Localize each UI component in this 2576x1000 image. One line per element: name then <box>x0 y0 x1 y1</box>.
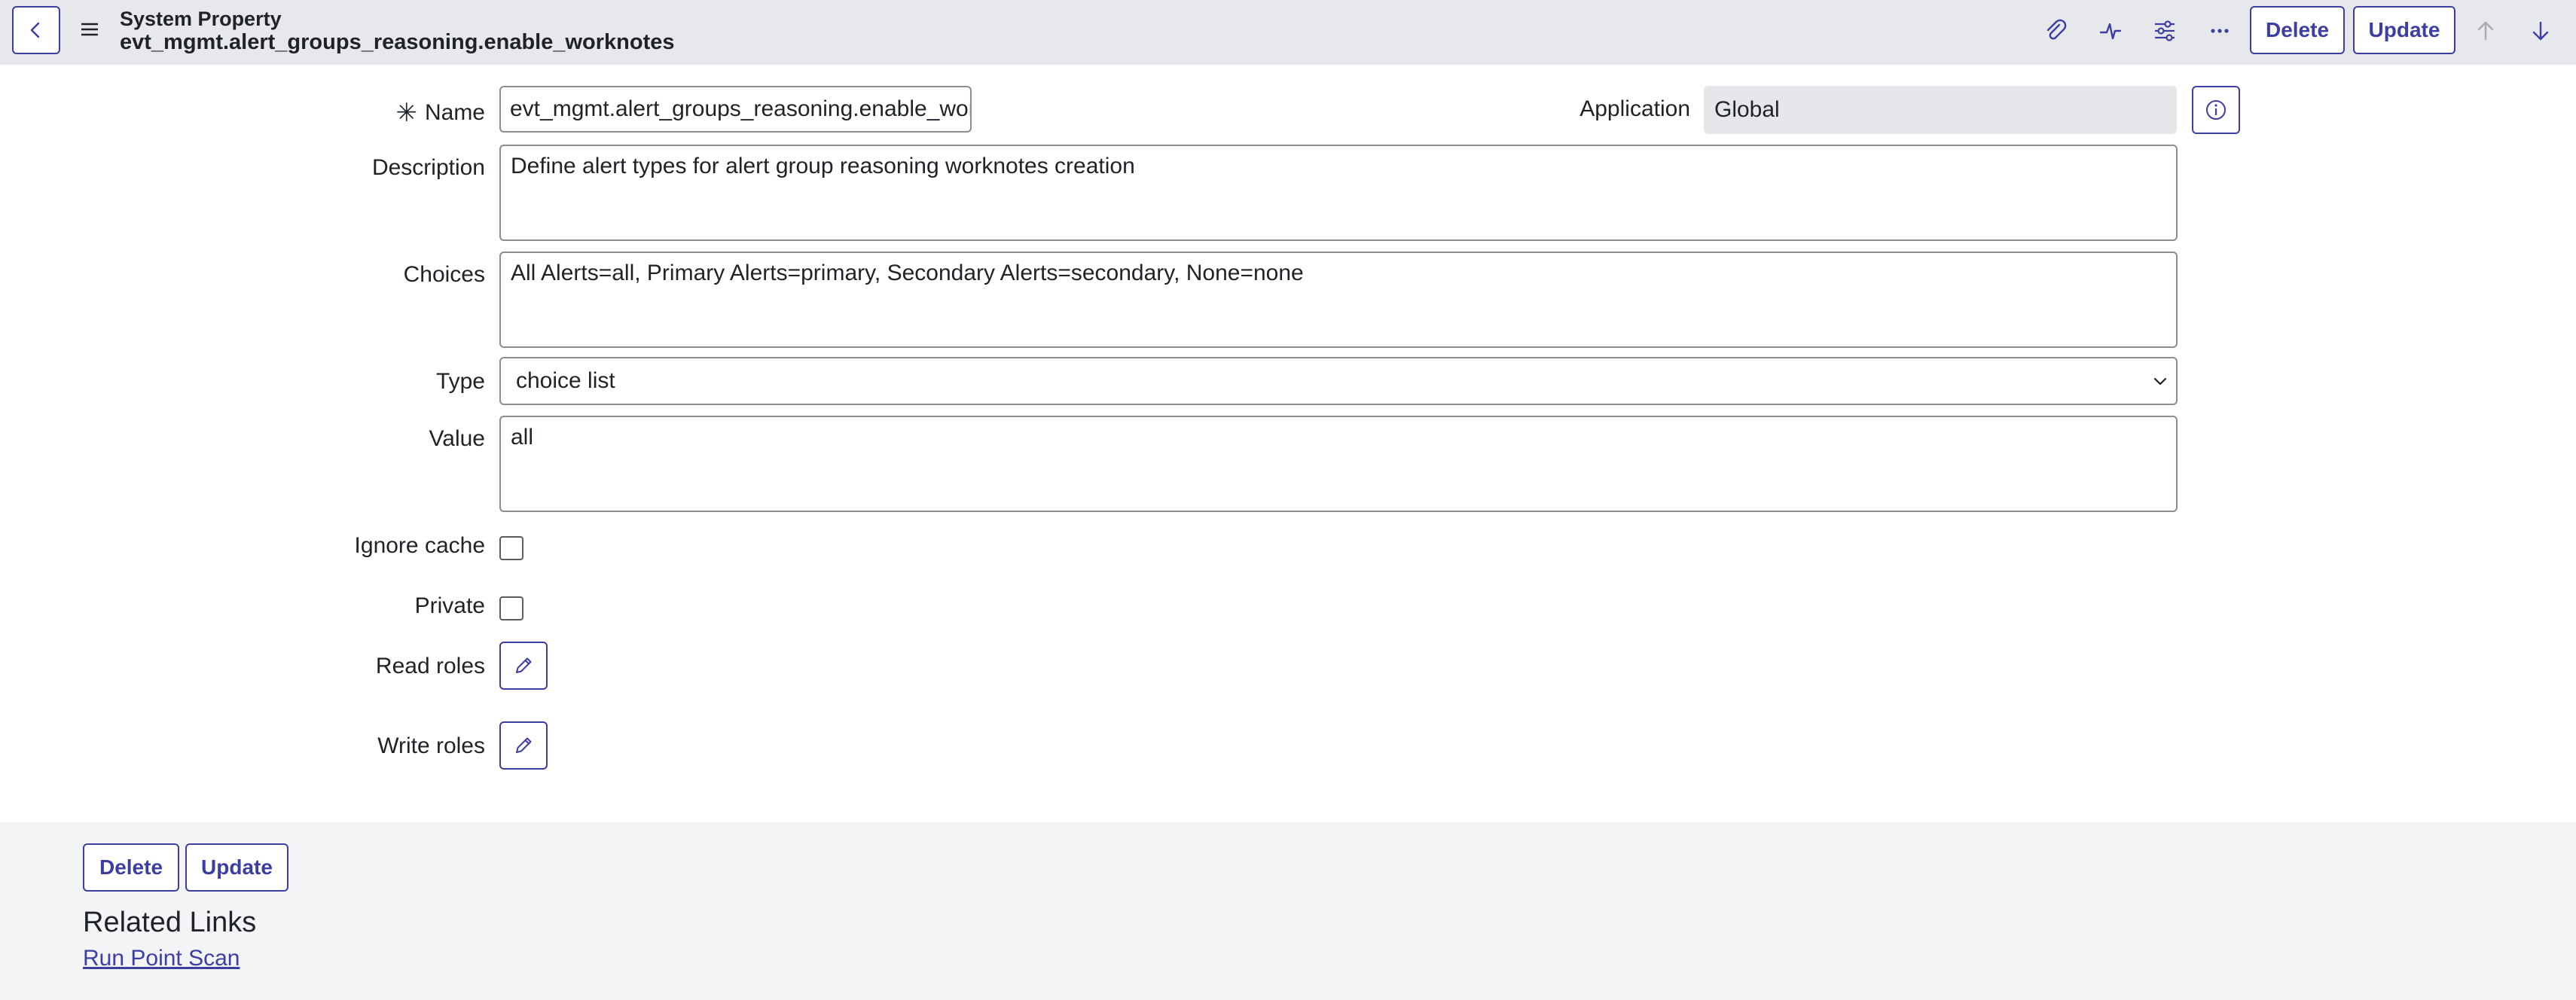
type-label: Type <box>435 369 485 394</box>
pencil-icon <box>516 657 532 673</box>
header-update-button[interactable]: Update <box>2353 6 2455 54</box>
arrow-up-icon[interactable] <box>2470 15 2501 47</box>
choices-field[interactable]: All Alerts=all, Primary Alerts=primary, … <box>499 252 2178 348</box>
related-links-title: Related Links <box>83 907 257 938</box>
back-icon <box>30 22 40 38</box>
sliders-icon[interactable] <box>2149 15 2181 47</box>
value-label: Value <box>429 426 485 451</box>
record-name: evt_mgmt.alert_groups_reasoning.enable_w… <box>120 30 675 54</box>
private-label: Private <box>414 593 485 618</box>
run-point-scan-link[interactable]: Run Point Scan <box>83 946 240 971</box>
read-roles-edit-button[interactable] <box>499 642 548 690</box>
application-label: Application <box>1579 96 1690 121</box>
type-select[interactable]: choice list <box>499 357 2178 405</box>
write-roles-edit-button[interactable] <box>499 721 548 770</box>
info-icon <box>2206 100 2226 120</box>
pencil-icon <box>516 737 532 753</box>
footer-update-button[interactable]: Update <box>185 843 288 892</box>
footer-delete-button[interactable]: Delete <box>83 843 179 892</box>
name-field[interactable]: evt_mgmt.alert_groups_reasoning.enable_w… <box>499 86 972 133</box>
write-roles-label: Write roles <box>377 733 485 758</box>
header-delete-button[interactable]: Delete <box>2250 6 2345 54</box>
value-field[interactable]: all <box>499 416 2178 512</box>
back-button[interactable] <box>12 6 60 54</box>
required-icon: ✳ <box>395 99 417 127</box>
form-header: System Property evt_mgmt.alert_groups_re… <box>0 0 2576 65</box>
chevron-down-icon <box>2153 377 2167 386</box>
paperclip-icon[interactable] <box>2040 15 2071 47</box>
name-label-text: Name <box>424 100 485 125</box>
arrow-down-icon[interactable] <box>2525 15 2556 47</box>
choices-label: Choices <box>403 262 485 287</box>
ignore-cache-label: Ignore cache <box>354 533 485 558</box>
description-label: Description <box>371 155 485 180</box>
application-field: Global <box>1704 86 2177 134</box>
type-select-value: choice list <box>516 368 615 393</box>
read-roles-label: Read roles <box>375 654 485 678</box>
description-field[interactable]: Define alert types for alert group reaso… <box>499 145 2178 241</box>
activity-icon[interactable] <box>2095 15 2126 47</box>
record-type: System Property <box>120 8 282 30</box>
more-icon[interactable] <box>2204 15 2236 47</box>
record-title: System Property evt_mgmt.alert_groups_re… <box>120 8 675 54</box>
name-label: ✳ Name <box>395 96 485 127</box>
ignore-cache-checkbox[interactable] <box>499 536 523 560</box>
menu-icon[interactable] <box>78 20 101 39</box>
application-info-button[interactable] <box>2192 86 2240 134</box>
private-checkbox[interactable] <box>499 596 523 620</box>
